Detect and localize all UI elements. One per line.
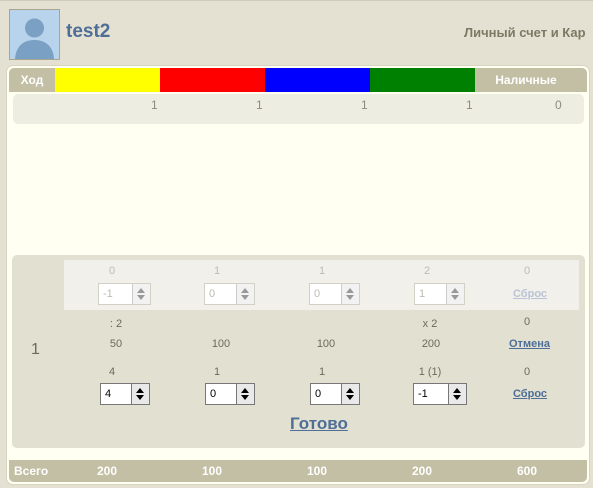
top-total-yellow: 1	[151, 98, 158, 112]
cur-input-blue[interactable]: 0	[310, 383, 360, 405]
turn-header: Ход	[20, 73, 44, 87]
op-cash: 0	[523, 316, 531, 328]
cur-input-red[interactable]: 0	[205, 383, 255, 405]
top-total-blue: 1	[361, 98, 368, 112]
avatar[interactable]	[9, 9, 60, 60]
prev-value-green: 2	[423, 265, 431, 277]
color-column-green	[370, 68, 475, 92]
prev-value-cash: 0	[523, 265, 531, 277]
op-yellow: : 2	[109, 318, 123, 330]
footer-total-blue: 100	[307, 464, 328, 478]
footer-total-cash: 600	[517, 464, 538, 478]
color-column-red	[160, 68, 265, 92]
footer-total-yellow: 200	[97, 464, 118, 478]
turn-number: 1	[31, 341, 40, 358]
footer-label: Всего	[14, 464, 49, 478]
cur-value-red: 1	[213, 366, 221, 378]
prev-input-yellow: -1	[98, 283, 151, 305]
cancel-link[interactable]: Отмена	[509, 338, 550, 350]
stepper-arrows-icon[interactable]	[236, 384, 254, 404]
prev-value-red: 1	[213, 265, 221, 277]
amount-yellow: 50	[109, 338, 123, 350]
prev-input-blue: 0	[309, 283, 360, 305]
prev-input-green: 1	[414, 283, 465, 305]
footer-total-green: 200	[412, 464, 433, 478]
cur-value-yellow: 4	[108, 366, 116, 378]
color-column-blue	[265, 68, 370, 92]
prev-value-blue: 1	[318, 265, 326, 277]
cash-header: Наличные	[495, 73, 557, 87]
prev-value-yellow: 0	[108, 265, 116, 277]
stepper-arrows-icon[interactable]	[131, 384, 149, 404]
user-avatar-icon	[10, 10, 59, 59]
cur-value-cash: 0	[523, 366, 531, 378]
reset-link[interactable]: Сброс	[513, 388, 547, 400]
stepper-arrows-icon[interactable]	[341, 384, 359, 404]
cur-input-green[interactable]: -1	[413, 383, 467, 405]
stepper-arrows-icon[interactable]	[448, 384, 466, 404]
top-totals-row: 1 1 1 1 0	[13, 94, 584, 124]
stepper-arrows-icon	[132, 284, 150, 304]
footer-total-red: 100	[202, 464, 223, 478]
amount-red: 100	[211, 338, 231, 350]
amount-blue: 100	[316, 338, 336, 350]
prev-reset-link[interactable]: Сброс	[513, 288, 547, 300]
cur-value-green: 1 (1)	[418, 366, 442, 378]
account-title[interactable]: Личный счет и Кар	[464, 25, 586, 40]
cur-value-blue: 1	[318, 366, 326, 378]
done-link[interactable]: Готово	[290, 414, 348, 434]
totals-footer-row: Всего 200 100 100 200 600	[9, 460, 587, 482]
amount-green: 200	[421, 338, 441, 350]
prev-input-red: 0	[204, 283, 255, 305]
op-green: x 2	[422, 318, 438, 330]
stepper-arrows-icon	[341, 284, 359, 304]
username[interactable]: test2	[66, 21, 110, 43]
stepper-arrows-icon	[446, 284, 464, 304]
top-total-red: 1	[256, 98, 263, 112]
stepper-arrows-icon	[236, 284, 254, 304]
top-total-green: 1	[466, 98, 473, 112]
cur-input-yellow[interactable]: 4	[100, 383, 150, 405]
color-column-yellow	[55, 68, 160, 92]
top-total-cash: 0	[555, 98, 562, 112]
top-header: test2 Личный счет и Кар	[0, 0, 593, 63]
